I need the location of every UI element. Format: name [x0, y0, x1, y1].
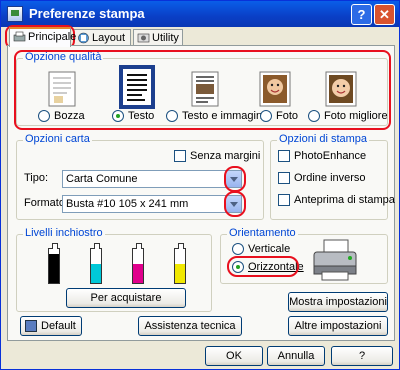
ink-fill-cyan: [91, 264, 101, 283]
ink-cartridge-magenta: [132, 243, 144, 284]
photoenhance-checkbox[interactable]: [278, 150, 290, 162]
cancel-button[interactable]: Annulla: [267, 346, 325, 366]
radio-testo[interactable]: [112, 110, 124, 122]
help-title-button[interactable]: ?: [351, 4, 372, 25]
text-page-icon: [119, 65, 155, 109]
quality-label: Testo e immagine: [182, 110, 269, 122]
orientation-title: Orientamento: [227, 227, 298, 239]
title-bar[interactable]: Preferenze stampa ? ✕: [1, 1, 399, 27]
quality-label: Bozza: [54, 110, 85, 122]
paper-type-select[interactable]: Carta Comune: [62, 170, 242, 188]
print-options-title: Opzioni di stampa: [277, 133, 370, 145]
quality-label: Foto: [276, 110, 299, 122]
reverse-order-label: Ordine inverso: [294, 172, 366, 184]
highlight-landscape: [227, 256, 299, 277]
best-photo-icon: [325, 71, 357, 107]
printer-app-icon: [7, 6, 23, 22]
ink-cartridge-cyan: [90, 243, 102, 284]
borderless-label: Senza margini: [190, 150, 261, 162]
radio-foto-migliore[interactable]: [308, 110, 320, 122]
paper-format-select[interactable]: Busta #10 105 x 241 mm: [62, 195, 242, 213]
ink-levels-title: Livelli inchiostro: [23, 227, 105, 239]
reverse-order-checkbox[interactable]: [278, 172, 290, 184]
photoenhance-label: PhotoEnhance: [294, 150, 367, 162]
help-button[interactable]: ?: [331, 346, 393, 366]
borderless-checkbox[interactable]: [174, 150, 186, 162]
paper-type-value: Carta Comune: [66, 173, 138, 185]
radio-foto[interactable]: [260, 110, 272, 122]
ink-cartridge-yellow: [174, 243, 186, 284]
paper-format-value: Busta #10 105 x 241 mm: [66, 198, 189, 210]
ink-fill-magenta: [133, 264, 143, 283]
utility-icon: [137, 33, 150, 43]
other-settings-button[interactable]: Altre impostazioni: [288, 316, 388, 336]
default-icon: [25, 320, 37, 332]
default-button[interactable]: Default: [20, 316, 82, 336]
print-preview-checkbox[interactable]: [278, 194, 290, 206]
radio-portrait[interactable]: [232, 243, 244, 255]
ink-cartridge-black: [48, 243, 60, 284]
printer-icon: [13, 31, 26, 42]
window-title: Preferenze stampa: [29, 6, 145, 21]
close-button[interactable]: ✕: [374, 4, 395, 25]
layout-icon: [78, 32, 89, 44]
portrait-label: Verticale: [248, 243, 291, 255]
buy-ink-button[interactable]: Per acquistare: [66, 288, 186, 308]
ink-fill-yellow: [175, 264, 185, 283]
print-preferences-window: Preferenze stampa ? ✕ Principale Layout …: [0, 0, 400, 370]
print-preview-label: Anteprima di stampa: [294, 194, 395, 206]
quality-label: Testo: [128, 110, 155, 122]
show-settings-button[interactable]: Mostra impostazioni: [288, 292, 388, 312]
radio-bozza[interactable]: [38, 110, 50, 122]
tab-panel-principale: Opzione qualità Bozza Testo Testo e imma…: [7, 45, 395, 341]
landscape-printer-icon: [313, 239, 357, 281]
quality-label: Foto migliore: [324, 110, 388, 122]
tab-label: Principale: [28, 31, 77, 43]
default-label: Default: [41, 320, 76, 332]
radio-testo-immagine[interactable]: [166, 110, 178, 122]
draft-page-icon: [48, 71, 76, 107]
highlight-format-dropdown: [224, 191, 246, 217]
tab-label: Layout: [92, 32, 126, 44]
paper-options-title: Opzioni carta: [23, 133, 92, 145]
ink-fill-black: [49, 254, 59, 283]
text-image-page-icon: [191, 71, 219, 107]
photo-icon: [259, 71, 291, 107]
ok-button[interactable]: OK: [205, 346, 263, 366]
tab-principale[interactable]: Principale: [9, 27, 76, 47]
paper-type-label: Tipo:: [24, 172, 49, 184]
tech-support-button[interactable]: Assistenza tecnica: [138, 316, 242, 336]
highlight-type-dropdown: [224, 166, 246, 192]
tab-label: Utility: [152, 32, 179, 44]
